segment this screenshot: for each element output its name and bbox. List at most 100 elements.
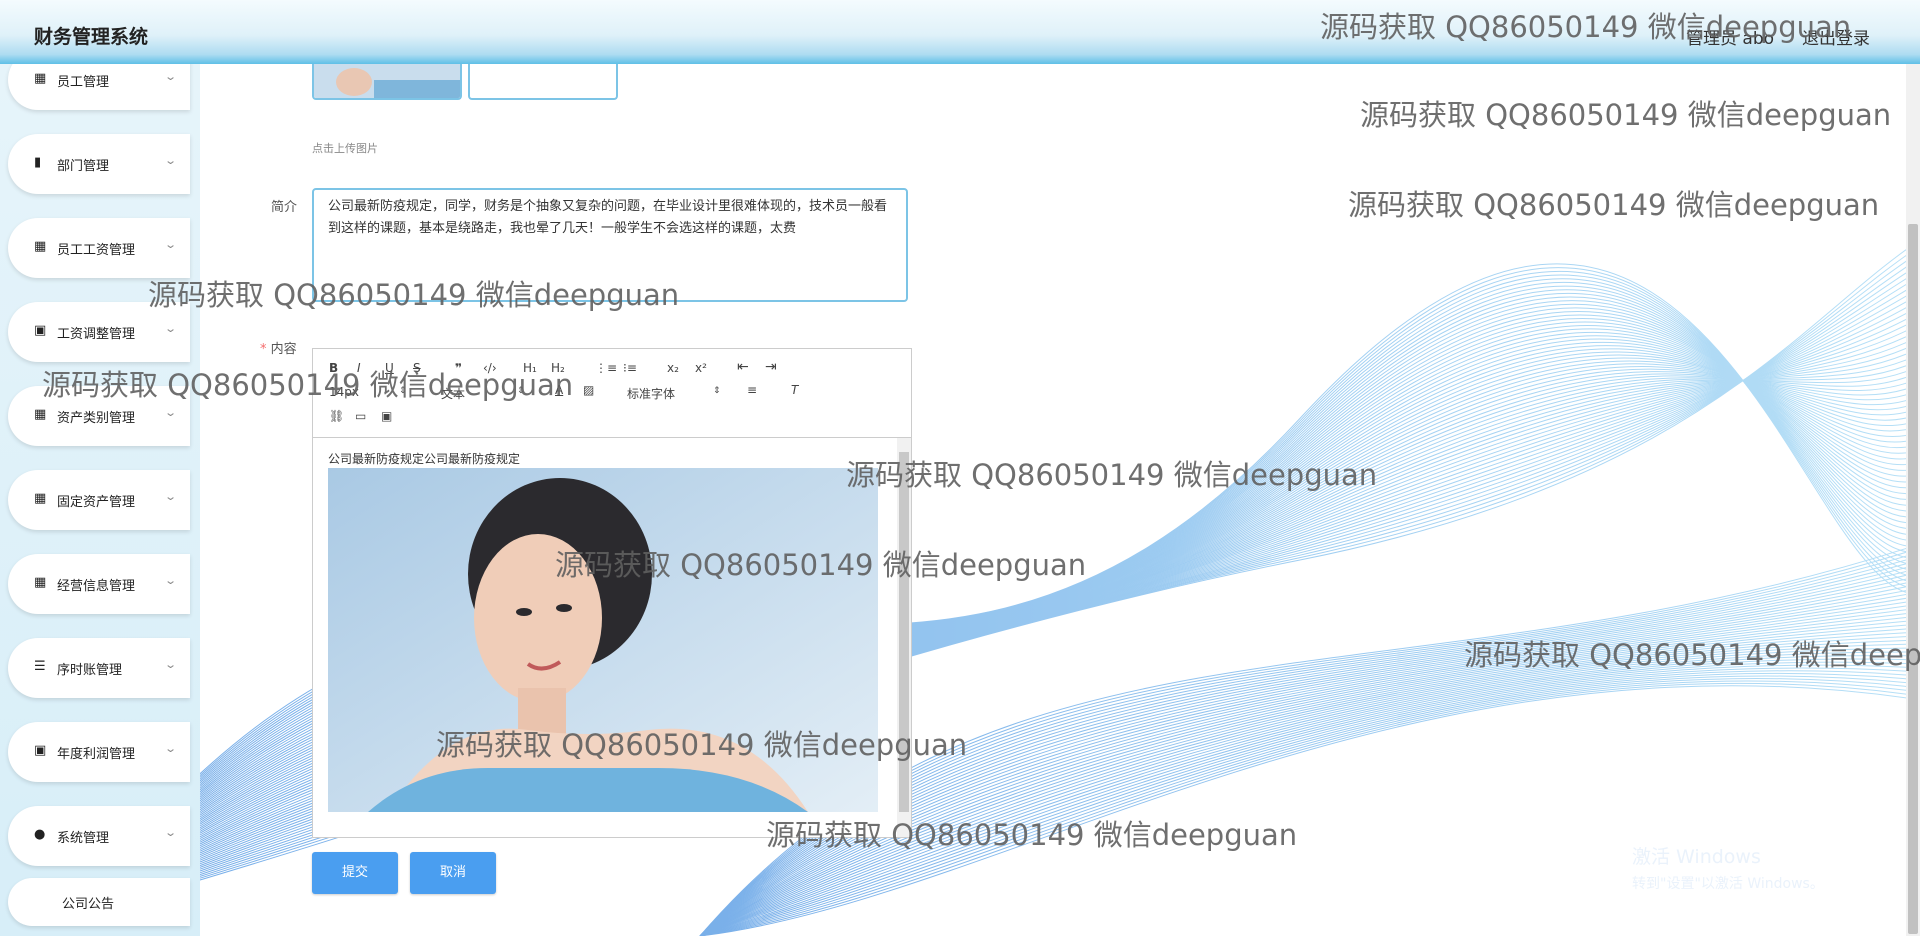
bullet-list-button[interactable]: ⁝≡ [623,361,637,375]
content-label-text: 内容 [270,342,297,357]
align-left-icon[interactable]: ≡ [747,383,757,397]
list-icon: ☰ [34,659,46,674]
sidebar-item-label: 经营信息管理 [57,578,136,594]
activation-subtitle: 转到"设置"以激活 Windows。 [1632,876,1824,892]
header-select-value: 文本 [441,387,466,401]
sidebar-item-salary[interactable]: ▦ 员工工资管理 ⌄ [8,218,190,278]
user-icon: ● [34,827,46,842]
editor-scrollbar-thumb[interactable] [899,452,909,812]
cancel-button[interactable]: 取消 [410,852,496,894]
uploaded-image-thumbnail[interactable] [312,60,462,100]
chevron-down-icon: ⌄ [164,490,178,503]
sidebar-item-label: 员工工资管理 [57,242,136,258]
blockquote-button[interactable]: ❞ [455,361,462,375]
sidebar-item-system[interactable]: ● 系统管理 ⌄ [8,806,190,866]
indent-button[interactable]: ⇥ [765,359,777,375]
sidebar-item-department[interactable]: ▮ 部门管理 ⌄ [8,134,190,194]
link-icon[interactable]: ⛓ [329,409,344,423]
chevron-down-icon: ⌄ [164,70,178,83]
sidebar-item-asset-category[interactable]: ▦ 资产类别管理 ⌄ [8,386,190,446]
italic-button[interactable]: I [357,361,361,375]
chevron-down-icon: ⌄ [164,742,178,755]
background-color-button[interactable]: ▨ [583,383,594,397]
clipboard-icon: ▣ [34,323,47,338]
sidebar-item-annual-profit[interactable]: ▣ 年度利润管理 ⌄ [8,722,190,782]
font-family-value: 标准字体 [627,387,676,401]
chevron-down-icon: ⌄ [164,238,178,251]
activation-title: 激活 Windows [1632,846,1761,868]
sidebar-item-label: 序时账管理 [57,662,123,678]
portrait-thumbnail-image [314,60,460,98]
summary-textarea[interactable]: 公司最新防疫规定，同学，财务是个抽象又复杂的问题，在毕业设计里很难体现的，技术员… [312,188,908,302]
chevron-down-icon: ⌄ [164,322,178,335]
page-scrollbar-thumb[interactable] [1908,224,1918,934]
grid-icon: ▦ [34,575,47,590]
subscript-button[interactable]: x₂ [667,361,679,375]
grid-icon: ▦ [34,239,47,254]
sidebar-item-business[interactable]: ▦ 经营信息管理 ⌄ [8,554,190,614]
submit-button[interactable]: 提交 [312,852,398,894]
wave-background [199,239,1920,936]
chevron-down-icon: ⌄ [164,406,178,419]
select-caret-icon: ⇕ [713,386,721,396]
portrait-photo [328,468,878,812]
strikethrough-button[interactable]: S [413,361,421,375]
grid-icon: ▦ [34,407,47,422]
sidebar: ▦ 员工管理 ⌄ ▮ 部门管理 ⌄ ▦ 员工工资管理 ⌄ ▣ 工资调整管理 ⌄ … [0,50,200,936]
header1-button[interactable]: H₁ [523,361,537,375]
clear-format-icon[interactable]: T [791,383,798,397]
superscript-button[interactable]: x² [695,361,707,375]
select-caret-icon: ⇕ [399,386,407,396]
editor-content[interactable]: 公司最新防疫规定公司最新防疫规定 [313,438,911,837]
chevron-down-icon: ⌄ [164,574,178,587]
upload-image-button[interactable] [468,60,618,100]
font-size-value: 14px [329,385,359,399]
top-bar: 财务管理系统 管理员 abo 退出登录 [0,0,1920,64]
editor-toolbar: B I U S ❞ ‹/› H₁ H₂ ⋮≡ ⁝≡ x₂ x² ⇤ ⇥ 14px… [313,349,911,438]
code-block-button[interactable]: ‹/› [483,361,497,375]
user-info: 管理员 abo [1686,29,1775,49]
grid-icon: ▦ [34,491,47,506]
sidebar-item-journal[interactable]: ☰ 序时账管理 ⌄ [8,638,190,698]
bold-button[interactable]: B [329,361,338,375]
chevron-down-icon: ⌄ [164,826,178,839]
app-title: 财务管理系统 [34,26,149,48]
grid-icon: ▦ [34,71,47,86]
sidebar-item-salary-adjust[interactable]: ▣ 工资调整管理 ⌄ [8,302,190,362]
sidebar-item-label: 员工管理 [57,74,110,90]
sidebar-item-label: 工资调整管理 [57,326,136,342]
font-color-button[interactable]: A [555,383,563,397]
summary-label: 简介 [271,200,298,215]
sidebar-item-notice[interactable]: 公司公告 [8,878,190,926]
windows-activation-notice: 激活 Windows 转到"设置"以激活 Windows。 [1632,842,1824,893]
upload-tip: 点击上传图片 [312,142,378,155]
chevron-down-icon: ⌄ [164,658,178,671]
image-icon[interactable]: ▭ [355,409,366,423]
sidebar-item-label: 年度利润管理 [57,746,136,762]
sidebar-item-label: 部门管理 [57,158,110,174]
ordered-list-button[interactable]: ⋮≡ [595,361,617,375]
sidebar-item-label: 公司公告 [62,896,115,912]
page-scrollbar[interactable] [1906,64,1920,936]
font-size-select[interactable]: 14px ⇕ [329,385,409,399]
sidebar-item-label: 系统管理 [57,830,110,846]
header2-button[interactable]: H₂ [551,361,565,375]
embedded-portrait-image [328,468,878,812]
required-mark: * [260,342,267,357]
chevron-down-icon: ⌄ [164,154,178,167]
logout-link[interactable]: 退出登录 [1802,24,1870,49]
font-family-select[interactable]: 标准字体 ⇕ [627,385,723,402]
sidebar-item-fixed-asset[interactable]: ▦ 固定资产管理 ⌄ [8,470,190,530]
editor-body-text: 公司最新防疫规定公司最新防疫规定 [328,452,521,466]
outdent-button[interactable]: ⇤ [737,359,749,375]
content-label: * 内容 [260,338,297,357]
video-icon[interactable]: ▣ [381,409,392,423]
select-caret-icon: ⇕ [517,386,525,396]
sidebar-item-label: 资产类别管理 [57,410,136,426]
underline-button[interactable]: U [385,361,394,375]
rich-text-editor: B I U S ❞ ‹/› H₁ H₂ ⋮≡ ⁝≡ x₂ x² ⇤ ⇥ 14px… [312,348,912,838]
header-select[interactable]: 文本 ⇕ [441,385,527,402]
editor-scrollbar[interactable] [897,438,911,837]
clipboard-check-icon: ▣ [34,743,47,758]
sidebar-item-label: 固定资产管理 [57,494,136,510]
